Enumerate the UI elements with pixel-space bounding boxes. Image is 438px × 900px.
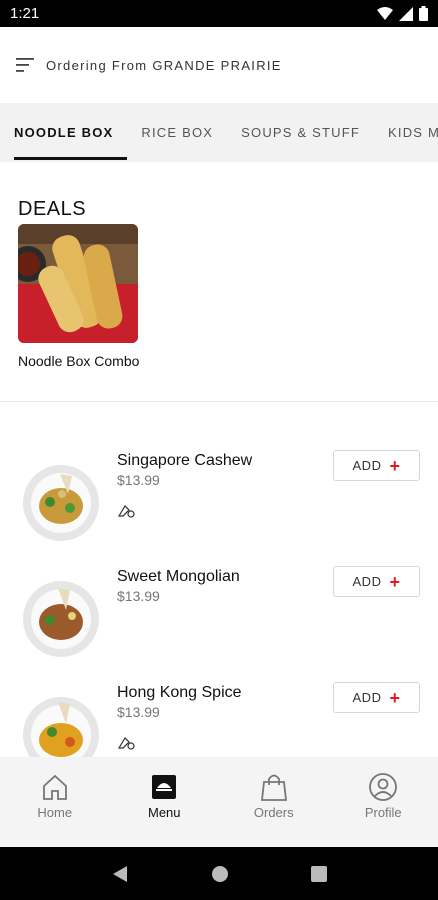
nav-menu-label: Menu <box>147 805 181 820</box>
system-navigation-bar <box>0 847 438 900</box>
home-icon <box>42 774 67 800</box>
bag-icon <box>260 774 287 801</box>
add-button[interactable]: ADD + <box>333 566 420 597</box>
dietary-icon <box>117 505 135 518</box>
nav-orders[interactable]: Orders <box>219 757 329 847</box>
item-name[interactable]: Sweet Mongolian <box>117 568 240 586</box>
profile-icon <box>369 773 398 801</box>
category-tabs: NOODLE BOX RICE BOX SOUPS & STUFF KIDS M… <box>0 103 438 162</box>
ordering-location[interactable]: Ordering From GRANDE PRAIRIE <box>46 58 282 73</box>
nav-profile-label: Profile <box>364 805 402 820</box>
plus-icon: + <box>389 687 401 708</box>
tab-rice-box[interactable]: RICE BOX <box>127 103 227 162</box>
status-bar: 1:21 <box>0 0 438 27</box>
add-label: ADD <box>352 690 382 705</box>
add-label: ADD <box>352 458 382 473</box>
section-divider <box>0 401 438 402</box>
item-name[interactable]: Singapore Cashew <box>117 452 252 470</box>
back-icon[interactable] <box>111 865 129 883</box>
nav-orders-label: Orders <box>253 805 294 820</box>
header: Ordering From GRANDE PRAIRIE <box>0 27 438 103</box>
item-price: $13.99 <box>117 704 160 720</box>
nav-menu[interactable]: Menu <box>110 757 220 847</box>
recents-icon[interactable] <box>311 865 327 882</box>
plus-icon: + <box>389 455 401 476</box>
deals-heading: DEALS <box>18 198 87 220</box>
nav-home-label: Home <box>37 805 73 820</box>
menu-icon <box>152 775 177 799</box>
tab-noodle-box[interactable]: NOODLE BOX <box>0 103 128 162</box>
menu-item[interactable]: Sweet Mongolian $13.99 ADD + <box>0 566 438 682</box>
status-time: 1:21 <box>10 5 40 22</box>
item-price: $13.99 <box>117 588 160 604</box>
tab-kids-menu[interactable]: KIDS ME <box>374 103 438 162</box>
bottom-navigation: Home Menu Orders Profile <box>0 757 438 847</box>
item-price: $13.99 <box>117 472 160 488</box>
wifi-icon <box>377 7 393 20</box>
item-name[interactable]: Hong Kong Spice <box>117 684 242 702</box>
dietary-icon <box>117 737 135 750</box>
plus-icon: + <box>389 571 401 592</box>
add-button[interactable]: ADD + <box>333 450 420 481</box>
nav-home[interactable]: Home <box>0 757 110 847</box>
sweet-mongolian-image[interactable] <box>22 580 100 658</box>
add-label: ADD <box>352 574 382 589</box>
deal-card[interactable]: Noodle Box Combo <box>18 224 139 369</box>
deal-name[interactable]: Noodle Box Combo <box>18 353 148 369</box>
menu-item[interactable]: Singapore Cashew $13.99 ADD + <box>0 450 438 566</box>
sort-menu-icon[interactable] <box>16 57 36 73</box>
deal-image[interactable] <box>18 224 138 343</box>
tab-soups-stuff[interactable]: SOUPS & STUFF <box>227 103 374 162</box>
add-button[interactable]: ADD + <box>333 682 420 713</box>
home-circle-icon[interactable] <box>211 865 229 883</box>
nav-profile[interactable]: Profile <box>329 757 438 847</box>
signal-icon <box>399 6 413 21</box>
battery-icon <box>419 6 428 21</box>
singapore-cashew-image[interactable] <box>22 464 100 542</box>
